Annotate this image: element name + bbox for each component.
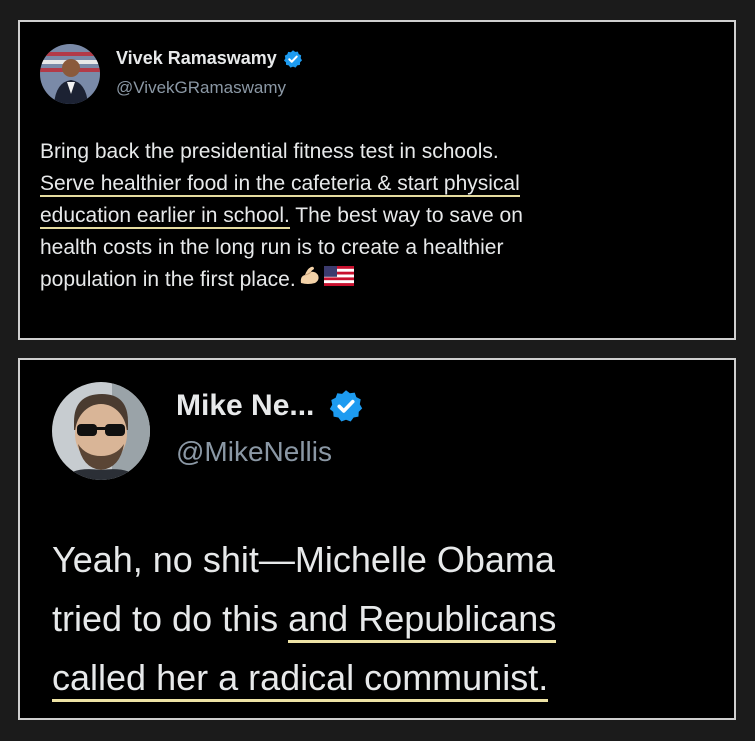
us-flag-icon [323,264,354,296]
tweet-line: population in the first place. [40,264,720,296]
tweet-text-fragment: population in the first place. [40,268,296,291]
author-row: Mike Ne... [176,388,364,424]
flexed-biceps-icon [298,264,322,296]
tweet-text-fragment: tried to do this [52,598,289,639]
tweet-text: Bring back the presidential fitness test… [40,136,720,296]
avatar[interactable] [52,382,150,480]
highlighted-text: Serve healthier food in the cafeteria & … [40,172,520,197]
author-handle[interactable]: @VivekGRamaswamy [116,78,286,98]
tweet-line: tried to do this and Republicans [52,589,722,648]
highlighted-text: and Republicans [288,598,557,643]
tweet-line: Bring back the presidential fitness test… [40,140,499,163]
author-name[interactable]: Vivek Ramaswamy [116,48,277,69]
verified-badge-icon [328,388,364,424]
tweet-line: health costs in the long run is to creat… [40,236,504,259]
tweet-line: Yeah, no shit—Michelle Obama [52,539,555,580]
tweet-text: Yeah, no shit—Michelle Obama tried to do… [52,530,722,707]
tweet-line: Serve healthier food in the cafeteria & … [40,168,720,200]
avatar[interactable] [40,44,100,104]
tweet-line: called her a radical communist. [52,648,722,707]
author-handle[interactable]: @MikeNellis [176,436,332,468]
tweet-line: education earlier in school. The best wa… [40,200,720,232]
highlighted-text: education earlier in school. [40,204,290,229]
tweet-card-vivek: Vivek Ramaswamy @VivekGRamaswamy Bring b… [18,20,736,340]
author-row: Vivek Ramaswamy [116,48,303,69]
verified-badge-icon [283,49,303,69]
tweet-card-mike: Mike Ne... @MikeNellis Yeah, no shit—Mic… [18,358,736,720]
author-name[interactable]: Mike Ne... [176,389,314,423]
highlighted-text: called her a radical communist. [52,657,549,702]
tweet-text-fragment: The best way to save on [289,204,523,227]
